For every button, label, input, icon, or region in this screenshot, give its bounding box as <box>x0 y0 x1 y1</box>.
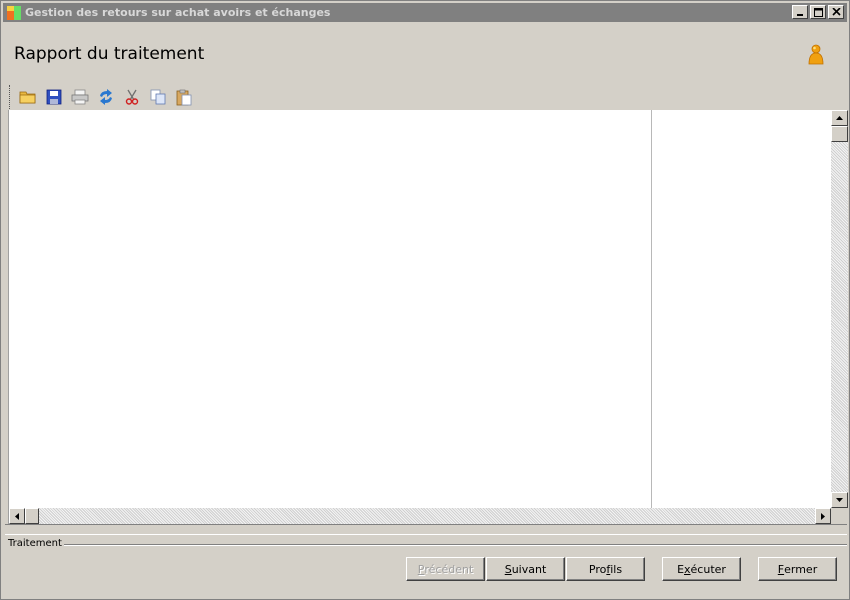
scroll-up-button[interactable] <box>831 110 848 126</box>
cut-button[interactable] <box>120 86 144 108</box>
user-icon <box>806 44 826 66</box>
report-main-pane[interactable] <box>9 110 652 508</box>
maximize-icon <box>813 7 823 17</box>
previous-button[interactable]: Précédent <box>406 557 485 581</box>
previous-button-accel: P <box>417 562 425 576</box>
scroll-down-button[interactable] <box>831 492 848 508</box>
page-title: Rapport du traitement <box>14 44 205 64</box>
status-group-rule <box>61 544 847 546</box>
paste-icon <box>176 89 192 105</box>
arrow-right-icon <box>821 512 825 520</box>
cut-icon <box>125 89 139 105</box>
open-button[interactable] <box>16 86 40 108</box>
next-button-label: uivant <box>511 562 547 576</box>
print-icon <box>71 89 89 105</box>
window-title: Gestion des retours sur achat avoirs et … <box>25 6 331 19</box>
report-area <box>8 110 848 524</box>
profiles-button-label: ils <box>610 562 623 576</box>
divider <box>5 524 847 535</box>
main-window: Gestion des retours sur achat avoirs et … <box>0 0 850 600</box>
execute-button[interactable]: Ex écuter <box>662 557 741 581</box>
report-side-pane[interactable] <box>653 110 831 508</box>
arrow-up-icon <box>836 116 843 120</box>
toolbar <box>9 85 198 109</box>
copy-icon <box>150 89 166 105</box>
app-icon <box>6 5 22 21</box>
scroll-left-button[interactable] <box>9 508 25 524</box>
print-button[interactable] <box>68 86 92 108</box>
profiles-button-label-pre: Pro <box>588 562 607 576</box>
minimize-button[interactable] <box>792 5 808 19</box>
close-window-button[interactable] <box>828 5 844 19</box>
save-icon <box>46 89 62 105</box>
vertical-scrollbar[interactable] <box>831 110 848 508</box>
next-button[interactable]: Suivant <box>486 557 565 581</box>
execute-button-label: écuter <box>690 562 726 576</box>
horizontal-scroll-thumb[interactable] <box>25 508 39 524</box>
toolbar-grip[interactable] <box>9 85 11 109</box>
horizontal-scrollbar[interactable] <box>9 508 831 524</box>
refresh-button[interactable] <box>94 86 118 108</box>
close-button-label: ermer <box>784 562 818 576</box>
scroll-corner <box>831 508 848 524</box>
open-folder-icon <box>19 91 36 104</box>
minimize-icon <box>797 14 803 16</box>
close-button[interactable]: Fermer <box>758 557 837 581</box>
paste-button[interactable] <box>172 86 196 108</box>
execute-button-label-pre: E <box>677 562 685 576</box>
arrow-down-icon <box>836 498 843 502</box>
next-button-accel: S <box>504 562 512 576</box>
copy-button[interactable] <box>146 86 170 108</box>
arrow-left-icon <box>15 512 19 520</box>
previous-button-label: récédent <box>424 562 474 576</box>
refresh-icon <box>100 89 112 105</box>
title-bar[interactable]: Gestion des retours sur achat avoirs et … <box>3 3 847 22</box>
scroll-right-button[interactable] <box>815 508 831 524</box>
status-label: Traitement <box>8 538 64 549</box>
save-button[interactable] <box>42 86 66 108</box>
maximize-button[interactable] <box>810 5 826 19</box>
close-icon <box>831 8 841 16</box>
profiles-button[interactable]: Pro f ils <box>566 557 645 581</box>
vertical-scroll-thumb[interactable] <box>831 126 848 142</box>
